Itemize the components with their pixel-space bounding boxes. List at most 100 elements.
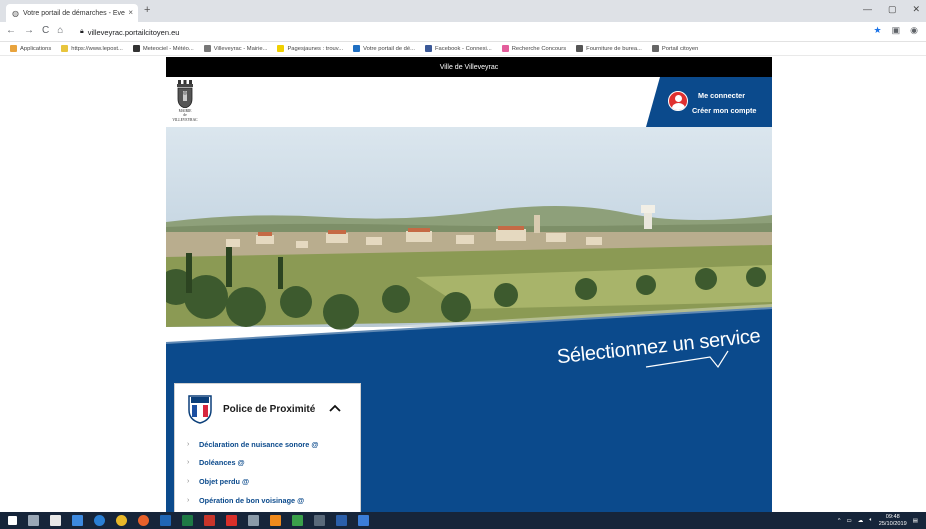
- bookmark-favicon-icon: [61, 45, 69, 52]
- service-card-header[interactable]: Police de Proximité: [187, 394, 341, 424]
- app-slate-icon[interactable]: [314, 515, 325, 526]
- bookmark-item[interactable]: Meteociel - Météo...: [132, 45, 194, 52]
- service-link[interactable]: Opération de bon voisinage @: [199, 496, 304, 505]
- bookmark-item[interactable]: Portail citoyen: [651, 45, 699, 52]
- app-gray-icon[interactable]: [248, 515, 259, 526]
- service-category-title: Police de Proximité: [223, 403, 316, 415]
- logo-caption: MAIRIE de VILLEVEYRAC: [172, 109, 198, 122]
- service-link[interactable]: Objet perdu @: [199, 477, 249, 486]
- bookmark-item[interactable]: Villeveyrac - Mairie...: [203, 45, 268, 52]
- word-icon[interactable]: [336, 515, 347, 526]
- extension-icon[interactable]: ▣: [892, 25, 901, 36]
- taskview-icon[interactable]: [28, 515, 39, 526]
- bookmark-favicon-icon: [424, 45, 432, 52]
- bookmark-item[interactable]: Facebook - Connexi...: [424, 45, 492, 52]
- user-avatar-icon[interactable]: [668, 91, 688, 111]
- register-link[interactable]: Créer mon compte: [692, 103, 756, 118]
- edge-icon[interactable]: [94, 515, 105, 526]
- restore-icon[interactable]: ▢: [888, 4, 897, 15]
- app-blue-icon[interactable]: [358, 515, 369, 526]
- acrobat-icon[interactable]: [226, 515, 237, 526]
- bookmark-favicon-icon: [576, 45, 584, 52]
- page-viewport: Ville de Villeveyrac MAIRIE de VILLEVEYR…: [0, 57, 926, 512]
- windows-taskbar: ^ ▭ ☁ 🔈︎ 09:48 25/10/2019 ▤: [0, 512, 926, 529]
- bookmark-favicon-icon: [132, 45, 140, 52]
- reload-icon[interactable]: C: [42, 25, 49, 36]
- bookmark-favicon-icon: [651, 45, 659, 52]
- excel-icon[interactable]: [182, 515, 193, 526]
- onedrive-icon[interactable]: ☁: [858, 518, 864, 524]
- volume-icon[interactable]: 🔈︎: [869, 517, 872, 524]
- vlc-icon[interactable]: [270, 515, 281, 526]
- site-top-band: Ville de Villeveyrac: [166, 57, 772, 77]
- service-link[interactable]: Doléances @: [199, 458, 245, 467]
- close-window-icon[interactable]: ✕: [912, 4, 920, 15]
- browser-window: ◍ Votre portail de démarches - Eve × + —…: [0, 0, 926, 529]
- profile-icon[interactable]: ◉: [910, 25, 918, 36]
- service-list: › Déclaration de nuisance sonore @ › Doléan…: [187, 435, 319, 512]
- bookmark-label: Fourniture de burea...: [586, 45, 642, 52]
- new-tab-button[interactable]: +: [144, 4, 150, 16]
- bookmark-item[interactable]: Recherche Concours: [501, 45, 566, 52]
- bookmark-item[interactable]: Fourniture de burea...: [576, 45, 642, 52]
- globe-icon: ◍: [12, 8, 19, 18]
- login-link[interactable]: Me connecter: [692, 88, 756, 103]
- chrome-icon[interactable]: [116, 515, 127, 526]
- window-controls: — ▢ ✕: [863, 4, 920, 15]
- account-links: Me connecter Créer mon compte: [692, 88, 756, 118]
- tab-bar: ◍ Votre portail de démarches - Eve × + —…: [0, 0, 926, 22]
- system-tray: ^ ▭ ☁ 🔈︎ 09:48 25/10/2019 ▤: [838, 514, 918, 527]
- bookmark-label: Portail citoyen: [661, 45, 699, 52]
- forward-icon[interactable]: →: [24, 25, 34, 36]
- account-panel: Me connecter Créer mon compte: [646, 77, 772, 127]
- bookmark-label: https://www.lepost...: [71, 45, 123, 52]
- city-name: Ville de Villeveyrac: [439, 63, 499, 71]
- url-field[interactable]: 🔒︎ villeveyrac.portailcitoyen.eu: [80, 25, 179, 39]
- bookmark-favicon-icon: [10, 45, 17, 52]
- bookmark-label: Facebook - Connexi...: [434, 45, 492, 52]
- minimize-icon[interactable]: —: [863, 4, 872, 15]
- chevron-up-icon[interactable]: [329, 404, 341, 415]
- active-tab[interactable]: ◍ Votre portail de démarches - Eve ×: [6, 4, 138, 22]
- app-red-icon[interactable]: [204, 515, 215, 526]
- bookmark-item[interactable]: Pagesjaunes : trouv...: [277, 45, 343, 52]
- close-tab-icon[interactable]: ×: [128, 8, 133, 17]
- start-icon[interactable]: [8, 516, 17, 525]
- home-icon[interactable]: ⌂: [57, 25, 63, 36]
- network-icon[interactable]: ▭: [846, 518, 851, 524]
- app-green-icon[interactable]: [292, 515, 303, 526]
- bookmark-item[interactable]: Applications: [10, 45, 51, 52]
- outlook-icon[interactable]: [160, 515, 171, 526]
- bookmark-label: Votre portail de dé...: [363, 45, 415, 52]
- bookmark-label: Villeveyrac - Mairie...: [213, 45, 268, 52]
- taskbar-apps: [8, 515, 369, 526]
- service-list-item[interactable]: › Objet perdu @: [187, 472, 319, 491]
- bookmarks-bar: Applications https://www.lepost... Meteoci…: [0, 42, 926, 56]
- site-container: Ville de Villeveyrac MAIRIE de VILLEVEYR…: [166, 57, 772, 512]
- clock[interactable]: 09:48 25/10/2019: [879, 514, 907, 527]
- bookmark-favicon-icon: [277, 45, 285, 52]
- bookmark-item[interactable]: https://www.lepost...: [61, 45, 123, 52]
- service-list-item[interactable]: › Doléances @: [187, 454, 319, 473]
- tagline-underline-icon: [645, 350, 729, 369]
- store-icon[interactable]: [50, 515, 61, 526]
- bookmark-item[interactable]: Votre portail de dé...: [353, 45, 415, 52]
- clock-date: 25/10/2019: [878, 520, 907, 527]
- lock-icon: 🔒︎: [80, 28, 84, 35]
- chevron-right-icon: ›: [187, 459, 190, 467]
- site-header: MAIRIE de VILLEVEYRAC Me connecter Créer…: [166, 77, 772, 127]
- bookmark-label: Meteociel - Météo...: [142, 45, 194, 52]
- chevron-right-icon: ›: [187, 477, 190, 485]
- service-list-item[interactable]: › Opération de bon voisinage @: [187, 491, 319, 510]
- service-link[interactable]: Déclaration de nuisance sonore @: [199, 440, 318, 449]
- city-logo[interactable]: MAIRIE de VILLEVEYRAC: [170, 80, 200, 124]
- back-icon[interactable]: ←: [6, 25, 16, 36]
- notification-icon[interactable]: ▤: [913, 518, 918, 524]
- tray-chevron-icon[interactable]: ^: [838, 518, 841, 524]
- bookmark-label: Pagesjaunes : trouv...: [287, 45, 344, 52]
- chevron-right-icon: ›: [187, 440, 190, 448]
- service-list-item[interactable]: › Déclaration de nuisance sonore @: [187, 435, 319, 454]
- firefox-icon[interactable]: [138, 515, 149, 526]
- photos-icon[interactable]: [72, 515, 83, 526]
- bookmark-star-icon[interactable]: ★: [874, 25, 882, 36]
